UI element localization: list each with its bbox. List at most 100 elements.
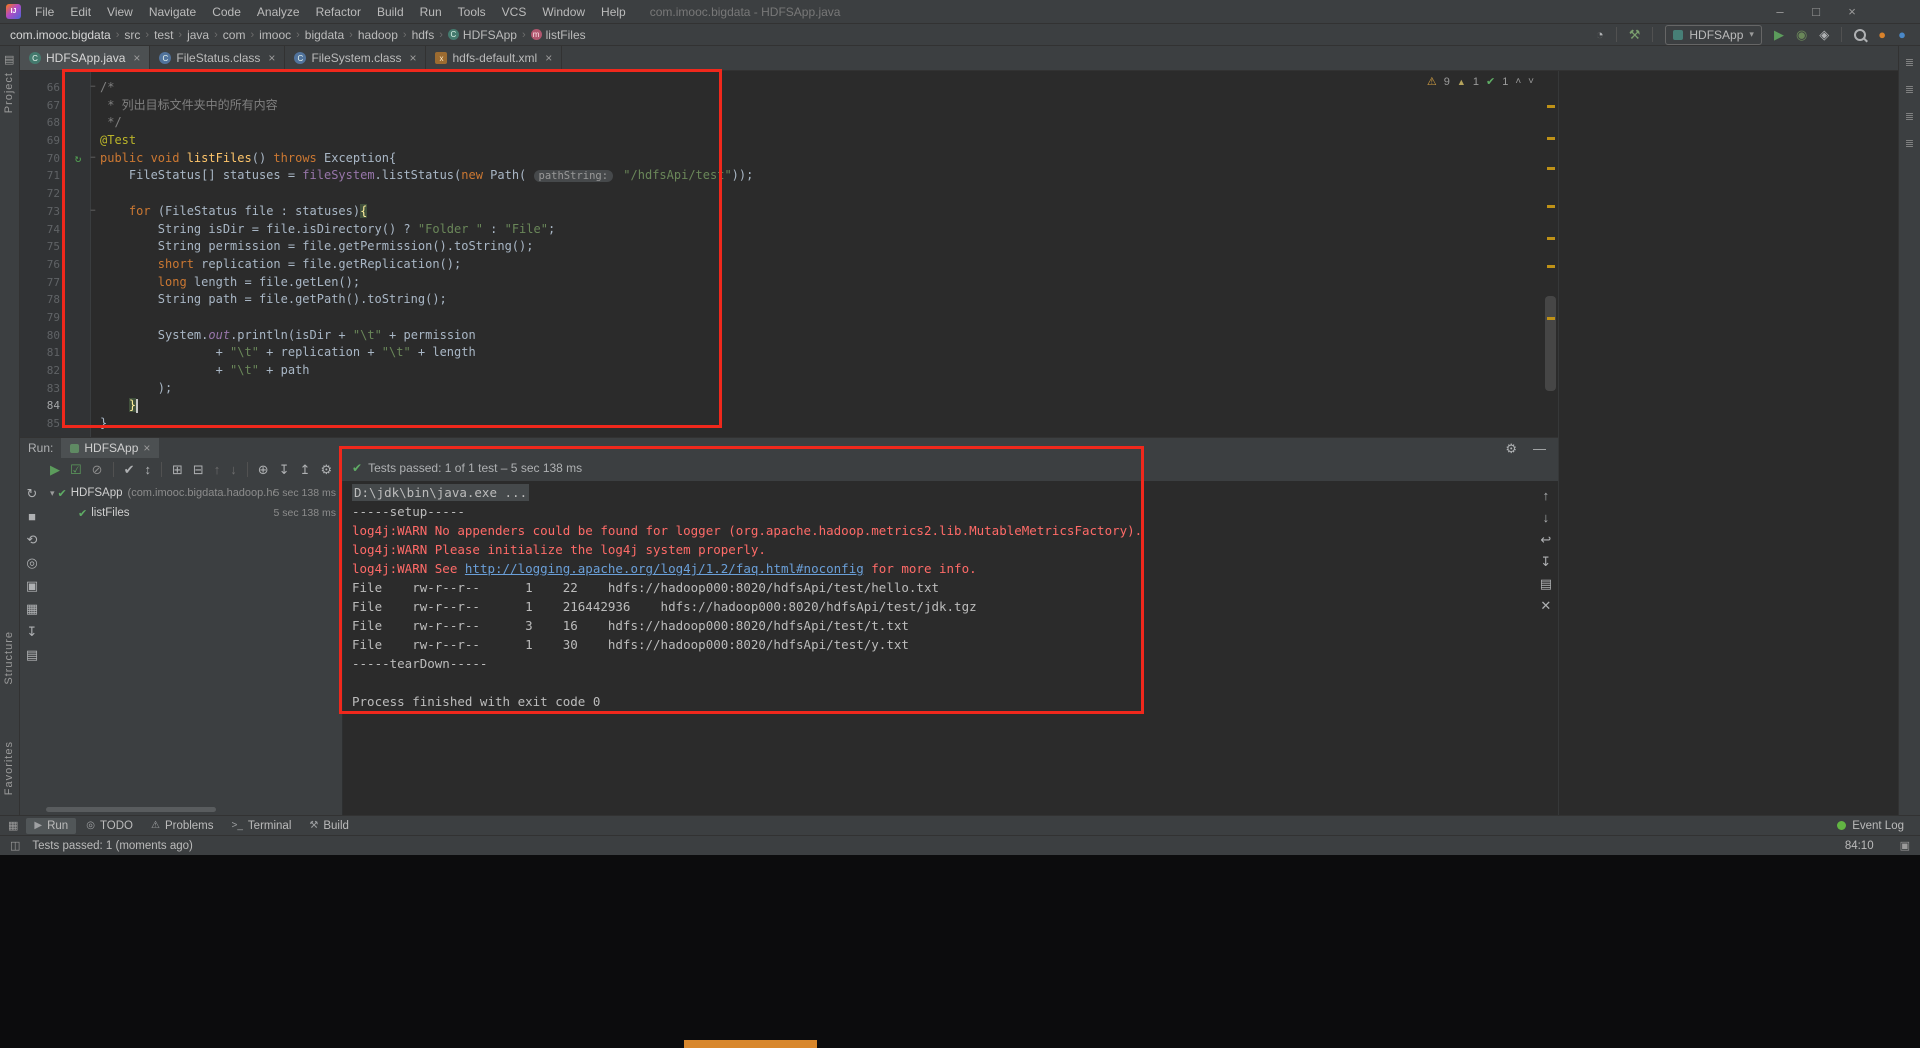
breadcrumb-item[interactable]: test bbox=[152, 28, 175, 42]
hide-passed-icon[interactable]: ✔ bbox=[124, 463, 135, 476]
toolwindow-button-terminal[interactable]: >_ Terminal bbox=[224, 818, 300, 834]
print-icon[interactable]: ▤ bbox=[1540, 577, 1552, 590]
toolwindow-button-todo[interactable]: ◎ TODO bbox=[78, 818, 141, 834]
previous-issue-icon[interactable]: ˄ bbox=[1515, 76, 1521, 87]
breadcrumb-item[interactable]: java bbox=[185, 28, 211, 42]
close-icon[interactable]: × bbox=[143, 441, 150, 455]
toolwindow-button-build[interactable]: ⚒ Build bbox=[301, 818, 357, 834]
clear-console-icon[interactable]: ✕ bbox=[1540, 599, 1551, 612]
settings-gear-icon[interactable]: ⚙ bbox=[1505, 442, 1517, 455]
toolwindow-button-problems[interactable]: ⚠ Problems bbox=[143, 818, 222, 834]
test-tree-row[interactable]: ✔ listFiles 5 sec 138 ms bbox=[44, 503, 342, 523]
error-stripe[interactable] bbox=[1544, 71, 1558, 437]
toolbox-icon[interactable]: ◫ bbox=[10, 839, 20, 852]
pin-tab-icon[interactable]: ◎ bbox=[26, 556, 37, 569]
menu-item-code[interactable]: Code bbox=[204, 0, 249, 24]
editor-tab-hdfs-default-xml[interactable]: x hdfs-default.xml × bbox=[426, 46, 563, 70]
scroll-to-end-icon[interactable]: ↧ bbox=[1540, 555, 1551, 568]
menu-item-refactor[interactable]: Refactor bbox=[308, 0, 369, 24]
attach-icon[interactable]: ↧ bbox=[27, 625, 38, 638]
menu-item-vcs[interactable]: VCS bbox=[494, 0, 535, 24]
breadcrumb-item[interactable]: hadoop bbox=[356, 28, 400, 42]
rerun-tests-icon[interactable]: ▶ bbox=[50, 463, 60, 476]
sort-by-duration-icon[interactable]: ↕ bbox=[144, 463, 151, 476]
menu-item-run[interactable]: Run bbox=[412, 0, 450, 24]
next-failed-test-icon[interactable]: ↓ bbox=[230, 463, 237, 476]
stop-icon[interactable]: ⊘ bbox=[92, 463, 103, 476]
editor-tab-filesystem-class[interactable]: C FileSystem.class × bbox=[285, 46, 427, 70]
horizontal-scrollbar[interactable] bbox=[46, 807, 216, 812]
notification-icon[interactable]: ● bbox=[1898, 28, 1906, 41]
stop-process-icon[interactable]: ■ bbox=[28, 510, 36, 523]
right-tool-icon-1[interactable]: ≣ bbox=[1905, 58, 1914, 69]
run-configuration-select[interactable]: HDFSApp ▾ bbox=[1665, 24, 1762, 45]
close-tab-icon[interactable]: × bbox=[545, 51, 552, 65]
right-tool-icon-4[interactable]: ≣ bbox=[1905, 139, 1914, 150]
right-tool-icon-3[interactable]: ≣ bbox=[1905, 112, 1914, 123]
menu-item-navigate[interactable]: Navigate bbox=[141, 0, 204, 24]
menu-item-analyze[interactable]: Analyze bbox=[249, 0, 308, 24]
close-tab-icon[interactable]: × bbox=[409, 51, 416, 65]
collapse-all-icon[interactable]: ⊟ bbox=[193, 463, 204, 476]
coverage-icon[interactable]: ◈ bbox=[1819, 28, 1829, 41]
close-tab-icon[interactable]: × bbox=[133, 51, 140, 65]
breadcrumb-item[interactable]: com bbox=[221, 28, 248, 42]
export-test-results-icon[interactable]: ↥ bbox=[300, 463, 311, 476]
expand-all-icon[interactable]: ⊞ bbox=[172, 463, 183, 476]
breadcrumb-item[interactable]: bigdata bbox=[303, 28, 346, 42]
toolwindow-button-run[interactable]: ▶ Run bbox=[26, 817, 77, 834]
menu-item-build[interactable]: Build bbox=[369, 0, 412, 24]
toolwindow-switcher-icon[interactable]: ▦ bbox=[8, 819, 18, 832]
sidebar-item-favorites[interactable]: Favorites bbox=[3, 741, 15, 795]
rerun-failed-tests-icon[interactable]: ☑ bbox=[70, 463, 82, 476]
breadcrumb-class[interactable]: C HDFSApp bbox=[446, 28, 519, 42]
test-history-icon[interactable]: ⊕ bbox=[258, 463, 269, 476]
menu-item-file[interactable]: File bbox=[27, 0, 62, 24]
event-log-button[interactable]: Event Log bbox=[1837, 820, 1920, 832]
breadcrumb-item[interactable]: src bbox=[122, 28, 142, 42]
menu-item-window[interactable]: Window bbox=[534, 0, 593, 24]
menu-item-view[interactable]: View bbox=[99, 0, 141, 24]
gradle-icon[interactable]: ● bbox=[1878, 28, 1886, 41]
profile-icon[interactable]: ◔ bbox=[1596, 28, 1604, 41]
close-button[interactable]: × bbox=[1834, 4, 1870, 19]
import-test-results-icon[interactable]: ↧ bbox=[279, 463, 290, 476]
right-tool-icon-2[interactable]: ≣ bbox=[1905, 85, 1914, 96]
maximize-button[interactable]: □ bbox=[1798, 4, 1834, 19]
editor-tab-hdfsapp-java[interactable]: C HDFSApp.java × bbox=[20, 46, 151, 70]
hide-panel-icon[interactable]: — bbox=[1533, 442, 1546, 455]
breadcrumb-item[interactable]: com.imooc.bigdata bbox=[8, 28, 113, 42]
menu-item-edit[interactable]: Edit bbox=[62, 0, 99, 24]
restore-layout-icon[interactable]: ⟲ bbox=[27, 533, 38, 546]
caret-position[interactable]: 84:10 bbox=[1845, 840, 1874, 852]
scroll-up-icon[interactable]: ↑ bbox=[1543, 489, 1550, 502]
thread-dump-icon[interactable]: ▣ bbox=[26, 579, 38, 592]
menu-item-tools[interactable]: Tools bbox=[450, 0, 494, 24]
sidebar-item-structure[interactable]: Structure bbox=[3, 631, 15, 685]
inspections-widget[interactable]: ⚠ 9 ▲ 1 ✔ 1 ˄ ˅ bbox=[1427, 75, 1534, 89]
breadcrumb-item[interactable]: imooc bbox=[257, 28, 293, 42]
search-everywhere-icon[interactable] bbox=[1854, 28, 1867, 41]
breadcrumb-item[interactable]: hdfs bbox=[410, 28, 437, 42]
scrollbar-thumb[interactable] bbox=[1545, 296, 1556, 391]
rerun-icon[interactable]: ↻ bbox=[27, 487, 38, 500]
soft-wrap-icon[interactable]: ↩ bbox=[1540, 533, 1551, 546]
project-tool-icon[interactable]: ▤ bbox=[4, 53, 14, 66]
breadcrumb-method[interactable]: m listFiles bbox=[529, 28, 588, 42]
run-icon[interactable]: ▶ bbox=[1774, 28, 1784, 41]
test-tree-row[interactable]: ▾✔HDFSApp (com.imooc.bigdata.hadoop.hdfs)… bbox=[44, 483, 342, 503]
sidebar-item-project[interactable]: Project bbox=[3, 72, 15, 113]
memory-snapshot-icon[interactable]: ▦ bbox=[26, 602, 38, 615]
run-tab-hdfsapp[interactable]: HDFSApp × bbox=[61, 438, 160, 458]
menu-item-help[interactable]: Help bbox=[593, 0, 634, 24]
previous-failed-test-icon[interactable]: ↑ bbox=[214, 463, 221, 476]
run-settings-icon[interactable]: ⚙ bbox=[321, 463, 333, 476]
close-tab-icon[interactable]: × bbox=[268, 51, 275, 65]
layout-icon[interactable]: ▤ bbox=[26, 648, 38, 661]
debug-icon[interactable]: ◉ bbox=[1796, 28, 1807, 41]
build-project-icon[interactable]: ⚒ bbox=[1629, 28, 1641, 41]
minimize-button[interactable]: – bbox=[1762, 4, 1798, 19]
scroll-down-icon[interactable]: ↓ bbox=[1543, 511, 1550, 524]
editor-tab-filestatus-class[interactable]: C FileStatus.class × bbox=[150, 46, 286, 70]
chevron-down-icon[interactable]: ▾ bbox=[50, 488, 55, 499]
